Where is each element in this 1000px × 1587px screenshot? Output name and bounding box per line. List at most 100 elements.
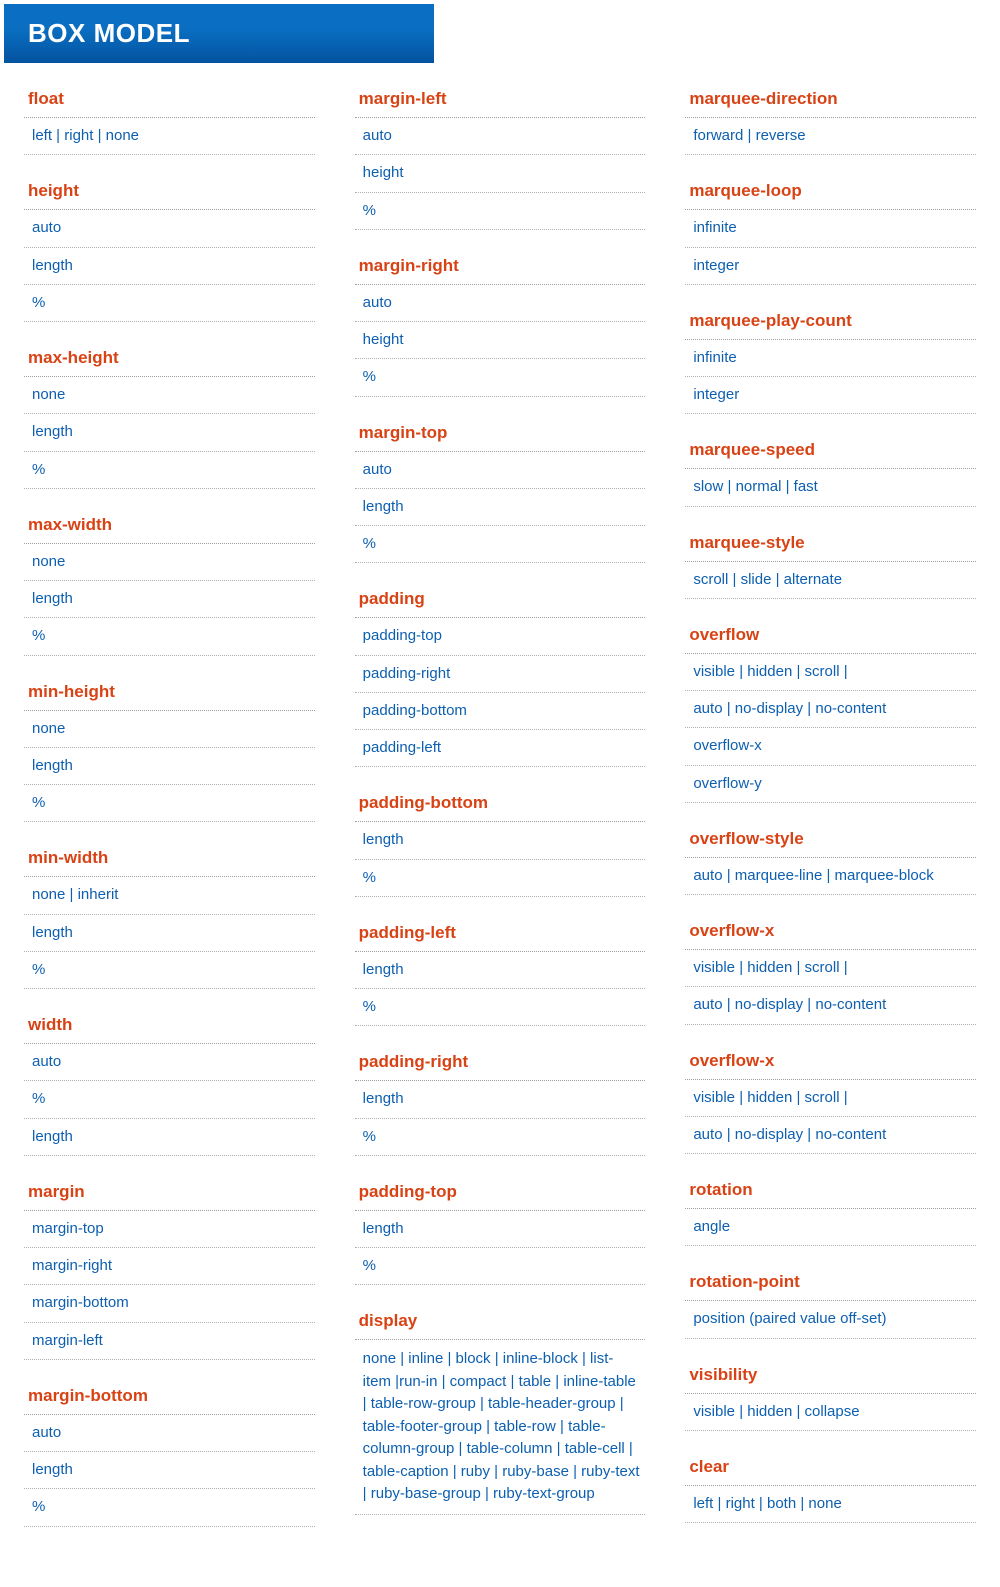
property-value: height [355,322,646,359]
property-value: visible | hidden | scroll | [685,1080,976,1117]
property-name: float [24,83,315,118]
property-name: height [24,175,315,210]
property-name: padding-left [355,917,646,952]
property-name: visibility [685,1359,976,1394]
property-value: overflow-x [685,728,976,765]
property-group: marginmargin-topmargin-rightmargin-botto… [24,1176,315,1360]
property-value: none | inherit [24,877,315,914]
property-value: length [355,822,646,859]
column-1: floatleft | right | noneheightautolength… [24,83,315,1547]
property-name: padding-bottom [355,787,646,822]
property-group: rotation-pointposition (paired value off… [685,1266,976,1338]
property-value: length [355,952,646,989]
column-3: marquee-directionforward | reverse marque… [685,83,976,1543]
property-value: auto [24,1415,315,1452]
property-name: marquee-direction [685,83,976,118]
property-group: marquee-play-countinfiniteinteger [685,305,976,415]
property-group: max-heightnonelength% [24,342,315,489]
property-group: overflow-styleauto | marquee-line | marq… [685,823,976,895]
property-group: padding-bottomlength% [355,787,646,897]
property-value: % [24,618,315,655]
property-value: padding-left [355,730,646,767]
property-group: displaynone | inline | block | inline-bl… [355,1305,646,1515]
property-value: integer [685,377,976,414]
property-value: visible | hidden | scroll | [685,654,976,691]
property-name: marquee-speed [685,434,976,469]
property-value: % [355,1248,646,1285]
property-name: display [355,1305,646,1340]
property-value: height [355,155,646,192]
property-value: visible | hidden | scroll | [685,950,976,987]
property-value: length [355,1081,646,1118]
property-name: marquee-play-count [685,305,976,340]
property-value: none [24,544,315,581]
property-name: min-height [24,676,315,711]
property-name: max-height [24,342,315,377]
property-group: overflow-xvisible | hidden | scroll |aut… [685,1045,976,1155]
property-value: forward | reverse [685,118,976,155]
property-value: auto | no-display | no-content [685,987,976,1024]
property-name: padding-top [355,1176,646,1211]
property-group: clearleft | right | both | none [685,1451,976,1523]
property-group: min-heightnonelength% [24,676,315,823]
property-value: margin-bottom [24,1285,315,1322]
property-value: auto [24,210,315,247]
property-group: max-widthnonelength% [24,509,315,656]
section-title: BOX MODEL [4,4,434,63]
property-value: % [24,452,315,489]
property-value: auto | marquee-line | marquee-block [685,858,976,895]
property-value: length [24,414,315,451]
property-value: padding-right [355,656,646,693]
property-value: margin-left [24,1323,315,1360]
property-value: visible | hidden | collapse [685,1394,976,1431]
property-value: position (paired value off-set) [685,1301,976,1338]
property-group: margin-bottomautolength% [24,1380,315,1527]
property-group: heightautolength% [24,175,315,322]
property-value: padding-bottom [355,693,646,730]
property-group: overflow-xvisible | hidden | scroll |aut… [685,915,976,1025]
property-name: overflow-x [685,915,976,950]
property-name: padding-right [355,1046,646,1081]
property-group: widthauto%length [24,1009,315,1156]
property-group: visibilityvisible | hidden | collapse [685,1359,976,1431]
property-value: slow | normal | fast [685,469,976,506]
property-group: padding-leftlength% [355,917,646,1027]
property-value: % [24,785,315,822]
property-group: marquee-speedslow | normal | fast [685,434,976,506]
property-value: auto [355,285,646,322]
property-value: auto [355,118,646,155]
property-value: left | right | both | none [685,1486,976,1523]
property-name: margin-bottom [24,1380,315,1415]
property-value: margin-right [24,1248,315,1285]
property-group: margin-leftautoheight% [355,83,646,230]
property-value: none [24,377,315,414]
property-value: margin-top [24,1211,315,1248]
property-value: % [24,1489,315,1526]
property-group: margin-topautolength% [355,417,646,564]
property-name: rotation-point [685,1266,976,1301]
property-value: length [24,581,315,618]
property-value: infinite [685,340,976,377]
property-value: auto [355,452,646,489]
property-name: marquee-loop [685,175,976,210]
property-value: left | right | none [24,118,315,155]
property-value: % [24,952,315,989]
property-name: overflow [685,619,976,654]
property-value: length [24,248,315,285]
property-group: paddingpadding-toppadding-rightpadding-b… [355,583,646,767]
property-name: clear [685,1451,976,1486]
property-value: auto | no-display | no-content [685,691,976,728]
property-value: % [355,989,646,1026]
property-name: margin [24,1176,315,1211]
property-name: overflow-style [685,823,976,858]
property-value: % [24,285,315,322]
property-value: % [355,526,646,563]
property-name: rotation [685,1174,976,1209]
property-group: margin-rightautoheight% [355,250,646,397]
property-value: length [24,915,315,952]
property-value: % [355,1119,646,1156]
property-group: padding-rightlength% [355,1046,646,1156]
property-value: length [24,1452,315,1489]
property-name: overflow-x [685,1045,976,1080]
property-group: marquee-stylescroll | slide | alternate [685,527,976,599]
